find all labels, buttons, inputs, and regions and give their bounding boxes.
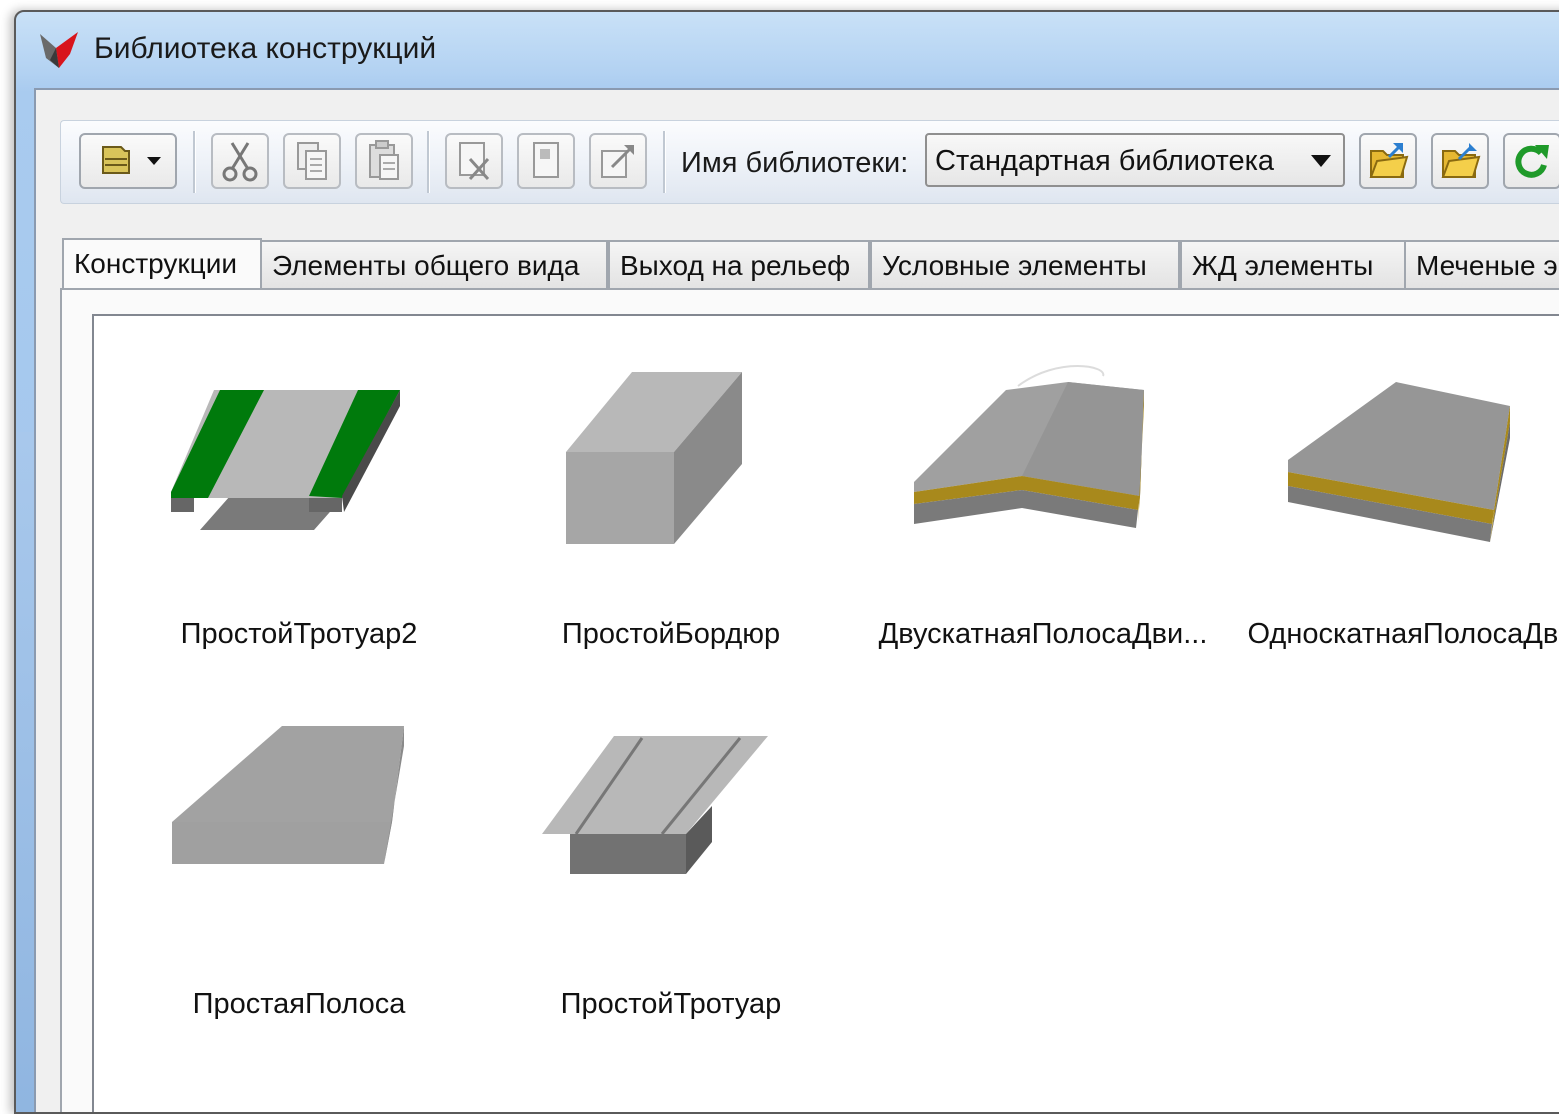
- tab-tagged-elements[interactable]: Меченые э: [1404, 240, 1559, 288]
- tab-conditional-elements[interactable]: Условные элементы: [870, 240, 1180, 288]
- list-item[interactable]: ПростойБордюр: [486, 346, 856, 676]
- chevron-down-icon: [1311, 155, 1331, 167]
- library-name-value: Стандартная библиотека: [935, 145, 1275, 177]
- item-label: ПростойТротуар: [560, 988, 782, 1020]
- toolbar-separator: [663, 131, 666, 193]
- refresh-button[interactable]: [1503, 133, 1559, 189]
- tab-constructions[interactable]: Конструкции: [62, 238, 262, 290]
- simple-lane-icon: [172, 726, 404, 864]
- tab-railway-elements[interactable]: ЖД элементы: [1180, 240, 1406, 288]
- list-item[interactable]: ОдноскатнаяПолосаДв...: [1230, 346, 1559, 676]
- item-label: ПростойТротуар2: [180, 618, 418, 650]
- save-folder-icon: [1441, 143, 1481, 178]
- properties-button[interactable]: [517, 133, 575, 189]
- item-label: ПростаяПолоса: [192, 988, 406, 1020]
- delete-button[interactable]: [445, 133, 503, 189]
- library-name-select[interactable]: Стандартная библиотека: [925, 133, 1345, 187]
- tab-panel: ПростойТротуар2 ПростойБордюр Двускатная…: [60, 288, 1559, 1112]
- list-item[interactable]: ПростойТротуар2: [114, 346, 484, 676]
- tab-general-elements[interactable]: Элементы общего вида: [260, 240, 608, 288]
- curb-block-icon: [566, 372, 742, 544]
- constructions-list: ПростойТротуар2 ПростойБордюр Двускатная…: [92, 314, 1559, 1112]
- folder-icon: [102, 146, 161, 174]
- list-item[interactable]: ПростаяПолоса: [114, 716, 484, 1046]
- item-label: ДвускатнаяПолосаДви...: [878, 618, 1208, 650]
- window-title: Библиотека конструкций: [94, 32, 437, 65]
- double-slope-lane-icon: [914, 365, 1144, 528]
- cut-button[interactable]: [211, 133, 269, 189]
- save-library-button[interactable]: [1431, 133, 1489, 189]
- export-document-icon: [601, 145, 634, 178]
- tab-terrain-exit[interactable]: Выход на рельеф: [608, 240, 870, 288]
- copy-icon: [297, 142, 327, 180]
- item-label: ПростойБордюр: [561, 618, 781, 650]
- client-area: Имя библиотеки: Стандартная библиотека К…: [34, 88, 1559, 1112]
- library-window: Библиотека конструкций Имя библиотеки: С…: [14, 10, 1559, 1114]
- sidewalk-icon: [542, 736, 768, 874]
- app-logo-icon: [40, 32, 78, 68]
- library-name-label: Имя библиотеки:: [681, 147, 909, 179]
- open-menu-button[interactable]: [79, 133, 177, 189]
- single-slope-lane-icon: [1288, 382, 1510, 542]
- item-label: ОдноскатнаяПолосаДв...: [1247, 618, 1559, 650]
- sidewalk-green-icon: [171, 390, 400, 530]
- paste-button[interactable]: [355, 133, 413, 189]
- refresh-icon: [1515, 145, 1549, 178]
- open-folder-icon: [1369, 143, 1409, 178]
- scissors-icon: [222, 142, 258, 182]
- delete-document-icon: [459, 142, 490, 181]
- list-item[interactable]: ПростойТротуар: [486, 716, 856, 1046]
- document-icon: [533, 142, 559, 178]
- open-library-button[interactable]: [1359, 133, 1417, 189]
- title-bar[interactable]: Библиотека конструкций: [16, 12, 1559, 88]
- export-button[interactable]: [589, 133, 647, 189]
- toolbar: Имя библиотеки: Стандартная библиотека: [60, 120, 1559, 204]
- toolbar-separator: [193, 131, 196, 193]
- list-item[interactable]: ДвускатнаяПолосаДви...: [858, 346, 1228, 676]
- copy-button[interactable]: [283, 133, 341, 189]
- paste-icon: [369, 140, 399, 180]
- toolbar-separator: [427, 131, 430, 193]
